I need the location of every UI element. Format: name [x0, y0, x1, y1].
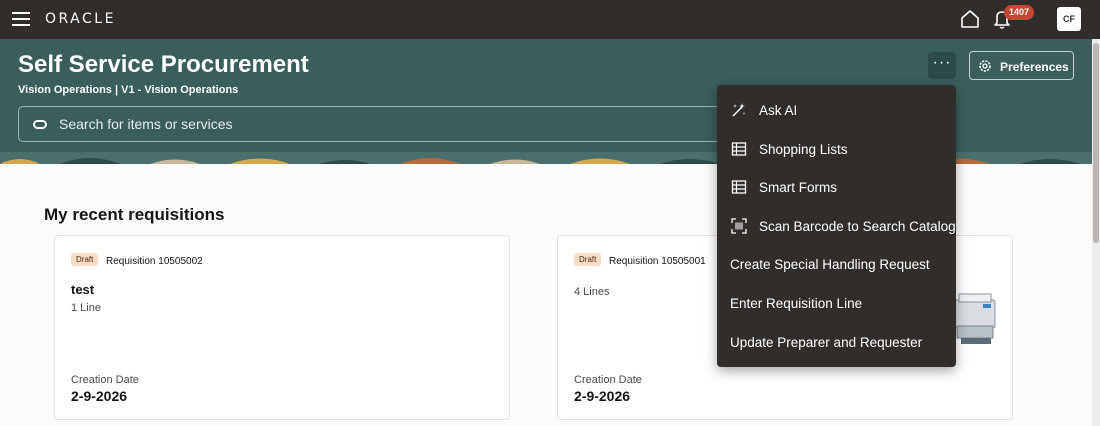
- creation-date: 2-9-2026: [574, 388, 631, 404]
- recent-requisitions-heading: My recent requisitions: [44, 205, 225, 224]
- preferences-label: Preferences: [1000, 60, 1069, 74]
- requisition-name: test: [71, 282, 95, 297]
- search-box[interactable]: [18, 106, 728, 142]
- magic-wand-icon: [732, 103, 746, 117]
- creation-date-label: Creation Date: [574, 374, 642, 386]
- line-count: 1 Line: [71, 302, 101, 314]
- scrollbar-thumb[interactable]: [1093, 43, 1099, 243]
- menu-item-enter-requisition-line[interactable]: Enter Requisition Line: [717, 284, 956, 323]
- more-actions-button[interactable]: ···: [928, 52, 956, 79]
- menu-item-ask-ai[interactable]: Ask AI: [717, 91, 956, 130]
- notification-count-badge[interactable]: 1407: [1004, 5, 1035, 20]
- menu-item-label: Update Preparer and Requester: [730, 334, 923, 350]
- menu-item-label: Shopping Lists: [759, 141, 848, 157]
- menu-item-label: Scan Barcode to Search Catalog: [759, 218, 956, 234]
- menu-icon[interactable]: [12, 12, 30, 26]
- menu-item-label: Enter Requisition Line: [730, 295, 863, 311]
- status-badge: Draft: [71, 253, 99, 266]
- requisition-card[interactable]: Draft Requisition 10505002 test 1 Line C…: [54, 235, 510, 420]
- page-scrollbar[interactable]: [1092, 39, 1100, 426]
- preferences-button[interactable]: Preferences: [969, 51, 1074, 80]
- table-icon: [731, 180, 747, 194]
- user-avatar[interactable]: CF: [1057, 7, 1081, 31]
- more-actions-menu: Ask AI Shopping Lists Smart Forms Scan B…: [717, 85, 956, 367]
- gear-icon: [979, 60, 991, 72]
- creation-date: 2-9-2026: [71, 388, 128, 404]
- creation-date-label: Creation Date: [71, 374, 139, 386]
- requisition-number: Requisition 10505002: [106, 256, 203, 267]
- menu-item-label: Create Special Handling Request: [730, 257, 930, 273]
- menu-item-label: Smart Forms: [759, 180, 838, 196]
- oracle-logo[interactable]: ORACLE: [45, 11, 116, 27]
- search-input[interactable]: [59, 107, 709, 141]
- global-header: ORACLE 1407 CF: [0, 0, 1100, 39]
- page-title: Self Service Procurement: [18, 51, 309, 78]
- menu-item-special-handling[interactable]: Create Special Handling Request: [717, 245, 956, 284]
- business-unit-label[interactable]: Vision Operations | V1 - Vision Operatio…: [18, 84, 238, 96]
- line-count: 4 Lines: [574, 286, 610, 298]
- menu-item-update-preparer[interactable]: Update Preparer and Requester: [717, 323, 956, 362]
- menu-item-smart-forms[interactable]: Smart Forms: [717, 168, 956, 207]
- printer-image: [954, 293, 996, 344]
- search-icon: [33, 120, 47, 129]
- status-badge: Draft: [574, 253, 602, 266]
- requisition-number: Requisition 10505001: [609, 256, 706, 267]
- menu-item-scan-barcode[interactable]: Scan Barcode to Search Catalog: [717, 207, 956, 246]
- menu-item-label: Ask AI: [759, 103, 798, 118]
- table-icon: [731, 141, 747, 156]
- home-icon[interactable]: [960, 9, 980, 29]
- menu-item-shopping-lists[interactable]: Shopping Lists: [717, 130, 956, 169]
- barcode-scan-icon: [731, 218, 747, 234]
